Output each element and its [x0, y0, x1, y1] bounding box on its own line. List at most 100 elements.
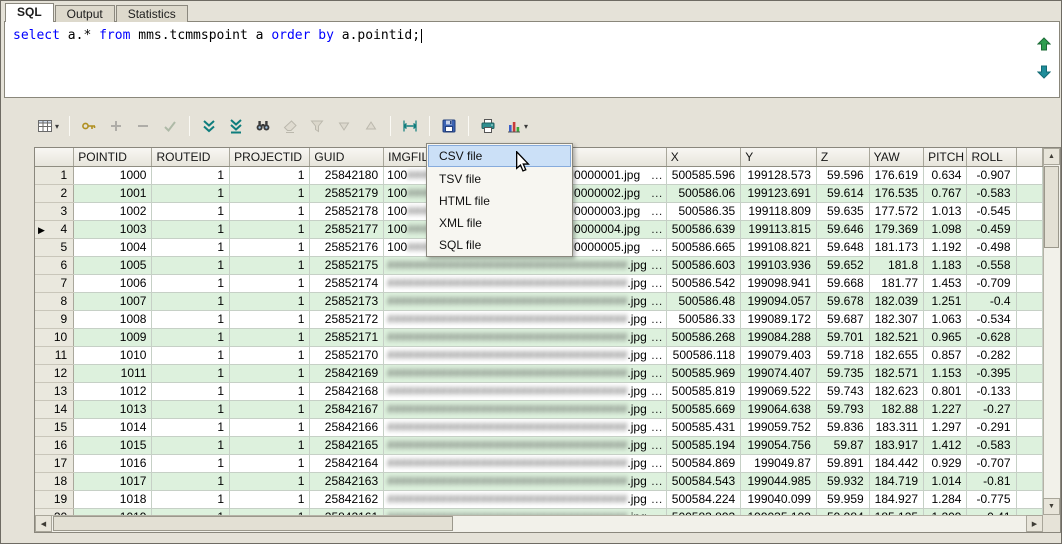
ellipsis-button[interactable]: …	[647, 366, 663, 380]
tab-sql[interactable]: SQL	[5, 3, 54, 22]
cell-z[interactable]: 59.678	[816, 292, 870, 311]
cell-routeid[interactable]: 1	[151, 310, 231, 329]
cell-routeid[interactable]: 1	[151, 220, 231, 239]
cell-y[interactable]: 199069.522	[740, 382, 817, 401]
scroll-down-button[interactable]	[197, 115, 221, 137]
cell-guid[interactable]: 25842165	[309, 436, 385, 455]
cell-routeid[interactable]: 1	[151, 418, 231, 437]
row-number[interactable]: 5	[35, 238, 75, 257]
cell-roll[interactable]: -0.459	[966, 220, 1017, 239]
post-edit-button[interactable]	[158, 115, 182, 137]
cell-y[interactable]: 199098.941	[740, 274, 817, 293]
cell-projectid[interactable]: 1	[229, 202, 311, 221]
cell-pointid[interactable]: 1004	[73, 238, 153, 257]
cell-guid[interactable]: 25842169	[309, 364, 385, 383]
cell-imgfilename[interactable]: ####################################.jpg…	[383, 256, 667, 275]
ellipsis-button[interactable]: …	[647, 438, 663, 452]
cell-pointid[interactable]: 1009	[73, 328, 153, 347]
ellipsis-button[interactable]: …	[647, 456, 663, 470]
cell-x[interactable]: 500586.35	[666, 202, 742, 221]
cell-z[interactable]: 59.687	[816, 310, 870, 329]
cell-pitch[interactable]: 0.634	[923, 166, 968, 185]
cell-projectid[interactable]: 1	[229, 472, 311, 491]
cell-x[interactable]: 500584.224	[666, 490, 742, 509]
ellipsis-button[interactable]: …	[647, 312, 663, 326]
cell-filler[interactable]	[1016, 418, 1043, 437]
column-header-pitch[interactable]: PITCH	[923, 148, 968, 167]
cell-z[interactable]: 59.743	[816, 382, 870, 401]
row-number[interactable]: 18	[35, 472, 75, 491]
cell-routeid[interactable]: 1	[151, 508, 231, 515]
cell-x[interactable]: 500586.118	[666, 346, 742, 365]
cell-projectid[interactable]: 1	[229, 346, 311, 365]
cell-imgfilename[interactable]: ####################################.jpg…	[383, 274, 667, 293]
cell-y[interactable]: 199064.638	[740, 400, 817, 419]
cell-yaw[interactable]: 183.917	[869, 436, 925, 455]
cell-filler[interactable]	[1016, 328, 1043, 347]
cell-guid[interactable]: 25842166	[309, 418, 385, 437]
cell-yaw[interactable]: 182.571	[869, 364, 925, 383]
hscroll-thumb[interactable]	[53, 516, 453, 531]
cell-z[interactable]: 59.891	[816, 454, 870, 473]
column-header-x[interactable]: X	[666, 148, 742, 167]
cell-yaw[interactable]: 176.535	[869, 184, 925, 203]
cell-projectid[interactable]: 1	[229, 454, 311, 473]
sort-asc-button[interactable]	[359, 115, 383, 137]
cell-roll[interactable]: -0.291	[966, 418, 1017, 437]
add-record-button[interactable]	[104, 115, 128, 137]
cell-filler[interactable]	[1016, 382, 1043, 401]
cell-yaw[interactable]: 185.125	[869, 508, 925, 515]
cell-x[interactable]: 500584.543	[666, 472, 742, 491]
cell-pitch[interactable]: 1.183	[923, 256, 968, 275]
cell-filler[interactable]	[1016, 292, 1043, 311]
cell-roll[interactable]: -0.534	[966, 310, 1017, 329]
column-header-roll[interactable]: ROLL	[966, 148, 1017, 167]
cell-routeid[interactable]: 1	[151, 292, 231, 311]
cell-guid[interactable]: 25852172	[309, 310, 385, 329]
cell-yaw[interactable]: 182.039	[869, 292, 925, 311]
cell-guid[interactable]: 25842162	[309, 490, 385, 509]
cell-x[interactable]: 500583.893	[666, 508, 742, 515]
cell-projectid[interactable]: 1	[229, 166, 311, 185]
cell-roll[interactable]: -0.707	[966, 454, 1017, 473]
cell-y[interactable]: 199084.288	[740, 328, 817, 347]
cell-y[interactable]: 199035.102	[740, 508, 817, 515]
cell-y[interactable]: 199103.936	[740, 256, 817, 275]
erase-button[interactable]	[278, 115, 302, 137]
cell-yaw[interactable]: 184.927	[869, 490, 925, 509]
cell-routeid[interactable]: 1	[151, 472, 231, 491]
cell-pointid[interactable]: 1008	[73, 310, 153, 329]
cell-filler[interactable]	[1016, 400, 1043, 419]
cell-pointid[interactable]: 1014	[73, 418, 153, 437]
cell-pointid[interactable]: 1005	[73, 256, 153, 275]
scroll-left-arrow[interactable]: ◀	[35, 515, 52, 532]
cell-filler[interactable]	[1016, 436, 1043, 455]
cell-x[interactable]: 500585.194	[666, 436, 742, 455]
cell-yaw[interactable]: 183.311	[869, 418, 925, 437]
cell-routeid[interactable]: 1	[151, 436, 231, 455]
cell-projectid[interactable]: 1	[229, 238, 311, 257]
menu-item-csv-file[interactable]: CSV file	[428, 145, 571, 167]
cell-pitch[interactable]: 1.453	[923, 274, 968, 293]
cell-z[interactable]: 59.718	[816, 346, 870, 365]
ellipsis-button[interactable]: …	[647, 168, 663, 182]
cell-routeid[interactable]: 1	[151, 184, 231, 203]
cell-imgfilename[interactable]: ####################################.jpg…	[383, 346, 667, 365]
cell-guid[interactable]: 25842168	[309, 382, 385, 401]
cell-guid[interactable]: 25842180	[309, 166, 385, 185]
row-number[interactable]: 7	[35, 274, 75, 293]
cell-y[interactable]: 199049.87	[740, 454, 817, 473]
cell-filler[interactable]	[1016, 346, 1043, 365]
cell-x[interactable]: 500585.431	[666, 418, 742, 437]
cell-routeid[interactable]: 1	[151, 364, 231, 383]
cell-z[interactable]: 59.793	[816, 400, 870, 419]
cell-z[interactable]: 59.701	[816, 328, 870, 347]
cell-projectid[interactable]: 1	[229, 274, 311, 293]
cell-yaw[interactable]: 182.521	[869, 328, 925, 347]
cell-x[interactable]: 500584.869	[666, 454, 742, 473]
cell-y[interactable]: 199128.573	[740, 166, 817, 185]
cell-y[interactable]: 199123.691	[740, 184, 817, 203]
cell-projectid[interactable]: 1	[229, 490, 311, 509]
menu-item-xml-file[interactable]: XML file	[428, 211, 571, 233]
cell-z[interactable]: 59.648	[816, 238, 870, 257]
